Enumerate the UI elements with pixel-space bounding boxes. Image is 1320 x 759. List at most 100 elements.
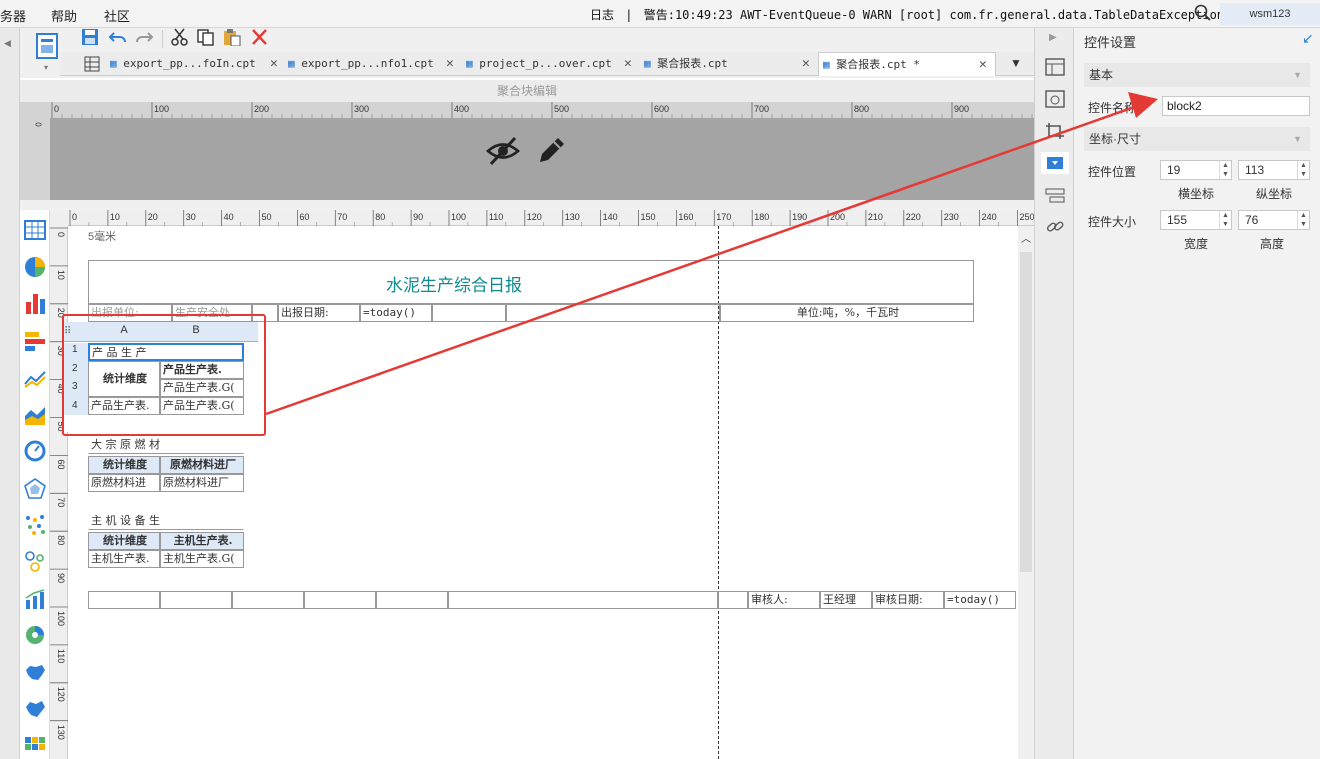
tab-close-icon[interactable]: ✕ [979, 53, 987, 77]
tab-file-1[interactable]: ▦ export_pp...foIn.cpt ✕ [110, 52, 286, 76]
tab-close-icon[interactable]: ✕ [270, 52, 278, 76]
donut-chart-icon[interactable] [24, 624, 46, 646]
log-message[interactable]: 日志 | 警告:10:49:23 AWT-EventQueue-0 WARN [… [590, 6, 1296, 23]
cell-empty[interactable] [718, 591, 748, 609]
menu-item-help[interactable]: 帮助 [51, 6, 77, 25]
cell-date-formula[interactable]: =today() [360, 304, 432, 322]
tab-file-5-active[interactable]: ▦ 聚合报表.cpt * ✕ [818, 52, 996, 76]
horizontal-bar-icon[interactable] [24, 330, 46, 352]
tab-close-icon[interactable]: ✕ [802, 52, 810, 76]
pie-chart-icon[interactable] [24, 256, 46, 278]
cell-block2-a2[interactable]: 原燃材料进 [88, 474, 160, 492]
cell-block3-a2[interactable]: 主机生产表. [88, 550, 160, 568]
position-x-stepper[interactable]: 19 ▲ ▼ [1160, 160, 1232, 180]
tab-close-icon[interactable]: ✕ [446, 52, 454, 76]
heatmap-chart-icon[interactable] [24, 736, 46, 752]
map-chart-icon[interactable] [24, 662, 46, 684]
undo-icon[interactable] [108, 28, 130, 48]
radar-chart-icon[interactable] [24, 478, 46, 500]
cell-empty[interactable] [448, 591, 718, 609]
delete-icon[interactable] [250, 28, 272, 48]
tab-file-3[interactable]: ▦ project_p...over.cpt ✕ [466, 52, 642, 76]
bubble-chart-icon[interactable] [24, 550, 46, 572]
cell-empty[interactable] [376, 591, 448, 609]
tab-file-2[interactable]: ▦ export_pp...nfo1.cpt ✕ [288, 52, 464, 76]
stepper-arrows-icon[interactable]: ▲ ▼ [1297, 161, 1309, 179]
report-canvas[interactable]: 5毫米 水泥生产综合日报 出报单位: 生产安全处 出报日期: =today() … [62, 226, 1018, 759]
cut-icon[interactable] [170, 28, 192, 48]
widget-settings-icon-active[interactable] [1041, 152, 1069, 174]
cell-empty[interactable] [432, 304, 506, 322]
cell-units[interactable]: 单位:吨，%，千瓦时 [720, 304, 974, 322]
scrollbar-thumb[interactable] [1020, 252, 1032, 572]
ruler-tick-label: 400 [454, 104, 469, 114]
scroll-up-icon[interactable]: ︿ [1021, 230, 1031, 245]
layer-icon[interactable] [1045, 186, 1065, 204]
collapse-chevron-icon[interactable]: ▼ [1293, 127, 1302, 151]
cell-date-label[interactable]: 出报日期: [278, 304, 360, 322]
title-row[interactable]: 水泥生产综合日报 [88, 260, 974, 304]
tab-list-icon[interactable]: ▼ [1010, 56, 1022, 70]
user-account[interactable]: wsm123 [1220, 3, 1320, 25]
grid-icon[interactable] [84, 56, 100, 72]
cell-empty[interactable] [304, 591, 376, 609]
cell-reviewer-label[interactable]: 审核人: [748, 591, 820, 609]
position-y-stepper[interactable]: 113 ▲ ▼ [1238, 160, 1310, 180]
block-edit-area[interactable] [50, 118, 1034, 200]
bar-chart-icon[interactable] [24, 292, 46, 314]
area-chart-icon[interactable] [24, 404, 46, 426]
section-basic[interactable]: 基本 ▼ [1084, 63, 1310, 87]
cell-block3-title[interactable]: 主 机 设 备 生 [88, 512, 244, 530]
cell-reviewer[interactable]: 王经理 [820, 591, 872, 609]
scatter-chart-icon[interactable] [24, 514, 46, 536]
tab-close-icon[interactable]: ✕ [624, 52, 632, 76]
expand-arrow-icon[interactable]: ▶ [1049, 32, 1057, 43]
cell-review-date-label[interactable]: 审核日期: [872, 591, 944, 609]
paste-icon[interactable] [222, 28, 244, 48]
cell-empty[interactable] [506, 304, 720, 322]
cell-block2-b2[interactable]: 原燃材料进厂 [160, 474, 244, 492]
cell-review-date-formula[interactable]: =today() [944, 591, 1016, 609]
stepper-arrows-icon[interactable]: ▲ ▼ [1219, 161, 1231, 179]
link-icon[interactable] [1045, 218, 1065, 236]
cell-attr-icon[interactable] [1045, 58, 1065, 76]
log-label[interactable]: 日志 [590, 8, 614, 22]
gauge-chart-icon[interactable] [24, 440, 46, 462]
cell-block2-stat[interactable]: 统计维度 [88, 456, 160, 474]
hide-icon[interactable] [486, 134, 520, 168]
collapse-chevron-icon[interactable]: ▼ [1293, 63, 1302, 87]
cell-block2-title[interactable]: 大 宗 原 燃 材 [88, 436, 244, 454]
copy-icon[interactable] [196, 28, 218, 48]
section-coords[interactable]: 坐标·尺寸 ▼ [1084, 127, 1310, 151]
cell-empty[interactable] [232, 591, 304, 609]
cell-empty[interactable] [88, 591, 160, 609]
line-chart-icon[interactable] [24, 368, 46, 390]
collapse-arrow-icon[interactable]: ◀ [4, 38, 11, 49]
stepper-arrows-icon[interactable]: ▲ ▼ [1297, 211, 1309, 229]
cell-block2-b1[interactable]: 原燃材料进厂 [160, 456, 244, 474]
menu-item-server[interactable]: 务器 [0, 6, 26, 25]
menu-item-community[interactable]: 社区 [104, 6, 130, 25]
table-chart-icon[interactable] [24, 220, 46, 240]
tab-file-4[interactable]: ▦ 聚合报表.cpt ✕ [644, 52, 820, 76]
height-stepper[interactable]: 76 ▲ ▼ [1238, 210, 1310, 230]
width-stepper[interactable]: 155 ▲ ▼ [1160, 210, 1232, 230]
save-icon[interactable] [80, 28, 102, 48]
widget-name-input[interactable]: block2 [1162, 96, 1310, 116]
vertical-scrollbar[interactable]: ︿ [1018, 226, 1034, 759]
cell-block3-b1[interactable]: 主机生产表. [160, 532, 244, 550]
pin-icon[interactable]: ↙ [1302, 30, 1314, 47]
crop-icon[interactable] [1045, 122, 1065, 140]
cell-empty[interactable] [160, 591, 232, 609]
edit-pencil-icon[interactable] [534, 134, 568, 168]
redo-icon[interactable] [134, 28, 156, 48]
left-collapse-strip[interactable]: ◀ [0, 28, 20, 759]
cell-block3-stat[interactable]: 统计维度 [88, 532, 160, 550]
report-type-icon[interactable]: ▾ [34, 32, 60, 74]
cell-block3-b2[interactable]: 主机生产表.G( [160, 550, 244, 568]
combo-chart-icon[interactable] [24, 588, 46, 610]
stepper-arrows-icon[interactable]: ▲ ▼ [1219, 211, 1231, 229]
search-icon[interactable] [1194, 4, 1212, 22]
map-chart-alt-icon[interactable] [24, 698, 46, 720]
condition-attr-icon[interactable] [1045, 90, 1065, 108]
